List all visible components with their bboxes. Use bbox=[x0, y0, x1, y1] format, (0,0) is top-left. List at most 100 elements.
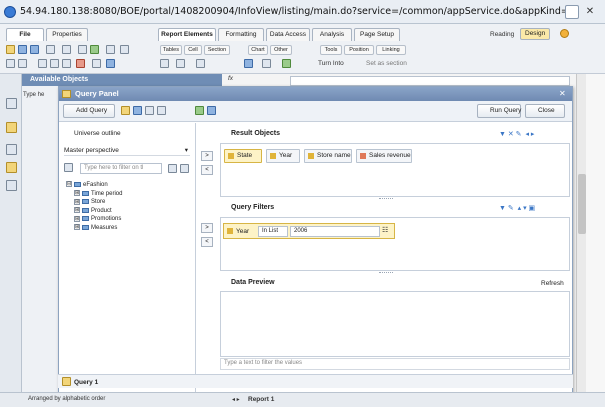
reading-label[interactable]: Reading bbox=[490, 31, 514, 38]
drill-icon[interactable] bbox=[106, 45, 115, 54]
save-icon[interactable] bbox=[30, 45, 39, 54]
filter-input[interactable]: Type here to filter on tl bbox=[80, 163, 162, 174]
result-toolbar-icons[interactable]: ▼ ✕ ✎ ◂ ▸ bbox=[499, 130, 534, 138]
tab-formatting[interactable]: Formatting bbox=[218, 28, 264, 41]
insert-table-icon[interactable] bbox=[106, 59, 115, 68]
available-filter-input[interactable]: Type he bbox=[23, 92, 44, 98]
query-properties-icon[interactable] bbox=[133, 106, 142, 115]
tree-item[interactable]: ⊞ Promotions bbox=[66, 215, 122, 224]
table-icon[interactable] bbox=[160, 59, 169, 68]
result-object-chip[interactable]: Sales revenue bbox=[356, 149, 412, 163]
splitter-grip-2[interactable] bbox=[379, 272, 393, 275]
subtab-linking[interactable]: Linking bbox=[376, 45, 406, 55]
input-controls-icon[interactable] bbox=[6, 144, 17, 155]
refresh-structure-icon[interactable] bbox=[195, 106, 204, 115]
section-icon[interactable] bbox=[196, 59, 205, 68]
cut-icon[interactable] bbox=[38, 59, 47, 68]
subtab-tools[interactable]: Tools bbox=[320, 45, 342, 55]
track-icon[interactable] bbox=[90, 45, 99, 54]
filter-row[interactable]: Year In List 2006 ☷ bbox=[223, 223, 395, 239]
close-button[interactable]: Close bbox=[525, 104, 565, 118]
sql-icon[interactable] bbox=[207, 106, 216, 115]
help-icon[interactable] bbox=[560, 29, 569, 38]
tree-item[interactable]: ⊞ Time period bbox=[66, 190, 122, 199]
export-icon[interactable] bbox=[78, 45, 87, 54]
preview-filter-input[interactable]: Type a text to filter the values bbox=[220, 358, 570, 370]
redo-icon[interactable] bbox=[18, 59, 27, 68]
new-icon[interactable] bbox=[6, 45, 15, 54]
subtab-cell[interactable]: Cell bbox=[184, 45, 202, 55]
turn-into-button[interactable]: Turn Into bbox=[318, 60, 344, 67]
subtab-chart[interactable]: Chart bbox=[248, 45, 268, 55]
collapse-icon[interactable]: ⊟ bbox=[66, 181, 72, 188]
line-chart-icon[interactable] bbox=[262, 59, 271, 68]
copy-icon[interactable] bbox=[50, 59, 59, 68]
result-object-chip[interactable]: State bbox=[224, 149, 262, 163]
format-painter-icon[interactable] bbox=[92, 59, 101, 68]
tab-analysis[interactable]: Analysis bbox=[312, 28, 352, 41]
expand-icon[interactable]: ⊞ bbox=[74, 215, 80, 222]
vertical-scrollbar[interactable] bbox=[576, 74, 586, 392]
expand-icon[interactable]: ⊞ bbox=[74, 198, 80, 205]
outline-icon[interactable] bbox=[120, 45, 129, 54]
url-text[interactable]: 54.94.180.138:8080/BOE/portal/1408200904… bbox=[20, 3, 572, 21]
compatibility-icon[interactable] bbox=[565, 5, 579, 19]
available-objects-header[interactable]: Available Objects bbox=[22, 74, 222, 86]
subtab-position[interactable]: Position bbox=[344, 45, 374, 55]
panel-close-icon[interactable]: ✕ bbox=[559, 88, 569, 99]
tree-item[interactable]: ⊞ Measures bbox=[66, 224, 122, 233]
remove-result-button[interactable]: < bbox=[201, 165, 213, 175]
result-object-chip[interactable]: Year bbox=[266, 149, 300, 163]
run-query-button[interactable]: Run Query bbox=[477, 104, 521, 118]
navigation-map-icon[interactable] bbox=[6, 180, 17, 191]
report-tab-nav[interactable]: ◂ ▸ bbox=[232, 396, 240, 403]
value-picker-icon[interactable]: ☷ bbox=[382, 226, 392, 237]
result-objects-box[interactable]: State Year Store name Sales revenue bbox=[220, 143, 570, 197]
add-result-button[interactable]: > bbox=[201, 151, 213, 161]
delete-icon[interactable] bbox=[76, 59, 85, 68]
view-sql-icon[interactable] bbox=[121, 106, 130, 115]
add-filter-button[interactable]: > bbox=[201, 223, 213, 233]
expand-icon[interactable]: ⊞ bbox=[74, 207, 80, 214]
available-objects-icon[interactable] bbox=[6, 122, 17, 133]
perspective-select[interactable]: Master perspective ▾ bbox=[64, 146, 190, 156]
scope-icon[interactable] bbox=[145, 106, 154, 115]
close-icon[interactable]: ✕ bbox=[583, 5, 597, 19]
query-tab[interactable]: Query 1 bbox=[74, 378, 98, 387]
open-icon[interactable] bbox=[18, 45, 27, 54]
bar-chart-icon[interactable] bbox=[244, 59, 253, 68]
tree-item[interactable]: ⊟ eFashion bbox=[66, 181, 122, 190]
operator-select[interactable]: In List bbox=[258, 226, 288, 237]
query-filters-box[interactable]: Year In List 2006 ☷ bbox=[220, 217, 570, 271]
subtab-tables[interactable]: Tables bbox=[160, 45, 182, 55]
add-query-button[interactable]: Add Query bbox=[63, 104, 115, 118]
expand-icon[interactable]: ⊞ bbox=[74, 190, 80, 197]
cell-icon[interactable] bbox=[176, 59, 185, 68]
paste-icon[interactable] bbox=[62, 59, 71, 68]
subtab-section[interactable]: Section bbox=[204, 45, 230, 55]
report-tab[interactable]: Report 1 bbox=[248, 396, 274, 403]
expand-icon[interactable]: ⊞ bbox=[74, 224, 80, 231]
set-as-section-button[interactable]: Set as section bbox=[366, 60, 407, 67]
filter-value-input[interactable]: 2006 bbox=[290, 226, 380, 237]
subtab-other[interactable]: Other bbox=[270, 45, 292, 55]
print-icon[interactable] bbox=[46, 45, 55, 54]
tree-item[interactable]: ⊞ Store bbox=[66, 198, 122, 207]
view-options-icon[interactable] bbox=[180, 164, 189, 173]
tab-report-elements[interactable]: Report Elements bbox=[158, 28, 216, 41]
tab-properties[interactable]: Properties bbox=[46, 28, 88, 41]
document-structure-icon[interactable] bbox=[6, 98, 17, 109]
tab-page-setup[interactable]: Page Setup bbox=[354, 28, 400, 41]
formula-input[interactable] bbox=[290, 76, 570, 86]
refresh-button[interactable]: Refresh bbox=[533, 279, 564, 288]
remove-filter-button[interactable]: < bbox=[201, 237, 213, 247]
web-service-icon[interactable] bbox=[6, 162, 17, 173]
find-icon[interactable] bbox=[62, 45, 71, 54]
sort-icon[interactable] bbox=[168, 164, 177, 173]
scrollbar-thumb[interactable] bbox=[578, 174, 586, 234]
object-filter-icon[interactable] bbox=[64, 163, 73, 172]
tab-data-access[interactable]: Data Access bbox=[266, 28, 310, 41]
arranged-by-label[interactable]: Arranged by alphabetic order bbox=[28, 396, 105, 402]
combined-query-icon[interactable] bbox=[157, 106, 166, 115]
filter-toolbar-icons[interactable]: ▼ ✎ ▴ ▾ ▣ bbox=[499, 204, 535, 212]
